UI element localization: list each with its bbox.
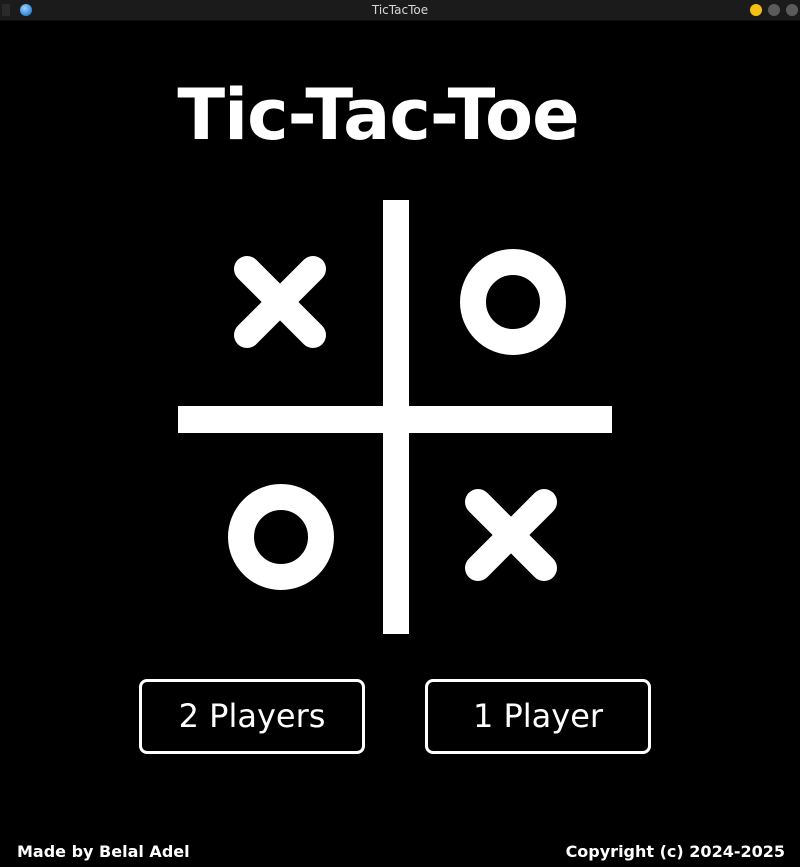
o-mark-icon	[228, 484, 334, 590]
game-title: Tic-Tac-Toe	[177, 74, 579, 156]
x-mark-icon	[234, 256, 326, 348]
x-mark-icon	[465, 489, 557, 581]
minimize-button[interactable]	[750, 4, 762, 16]
two-players-button[interactable]: 2 Players	[139, 679, 365, 754]
o-mark-icon	[460, 249, 566, 355]
copyright-notice: Copyright (c) 2024-2025	[565, 842, 785, 861]
window-titlebar[interactable]: TicTacToe	[0, 0, 800, 21]
window-title: TicTacToe	[371, 3, 429, 17]
tic-tac-toe-logo	[178, 200, 612, 634]
one-player-button[interactable]: 1 Player	[425, 679, 651, 754]
app-window: TicTacToe Tic-Tac-Toe 2 Players 1 Player…	[0, 0, 800, 867]
author-credit: Made by Belal Adel	[17, 842, 190, 861]
grid-horizontal-line	[178, 406, 612, 433]
close-button[interactable]	[786, 4, 798, 16]
maximize-button[interactable]	[768, 4, 780, 16]
